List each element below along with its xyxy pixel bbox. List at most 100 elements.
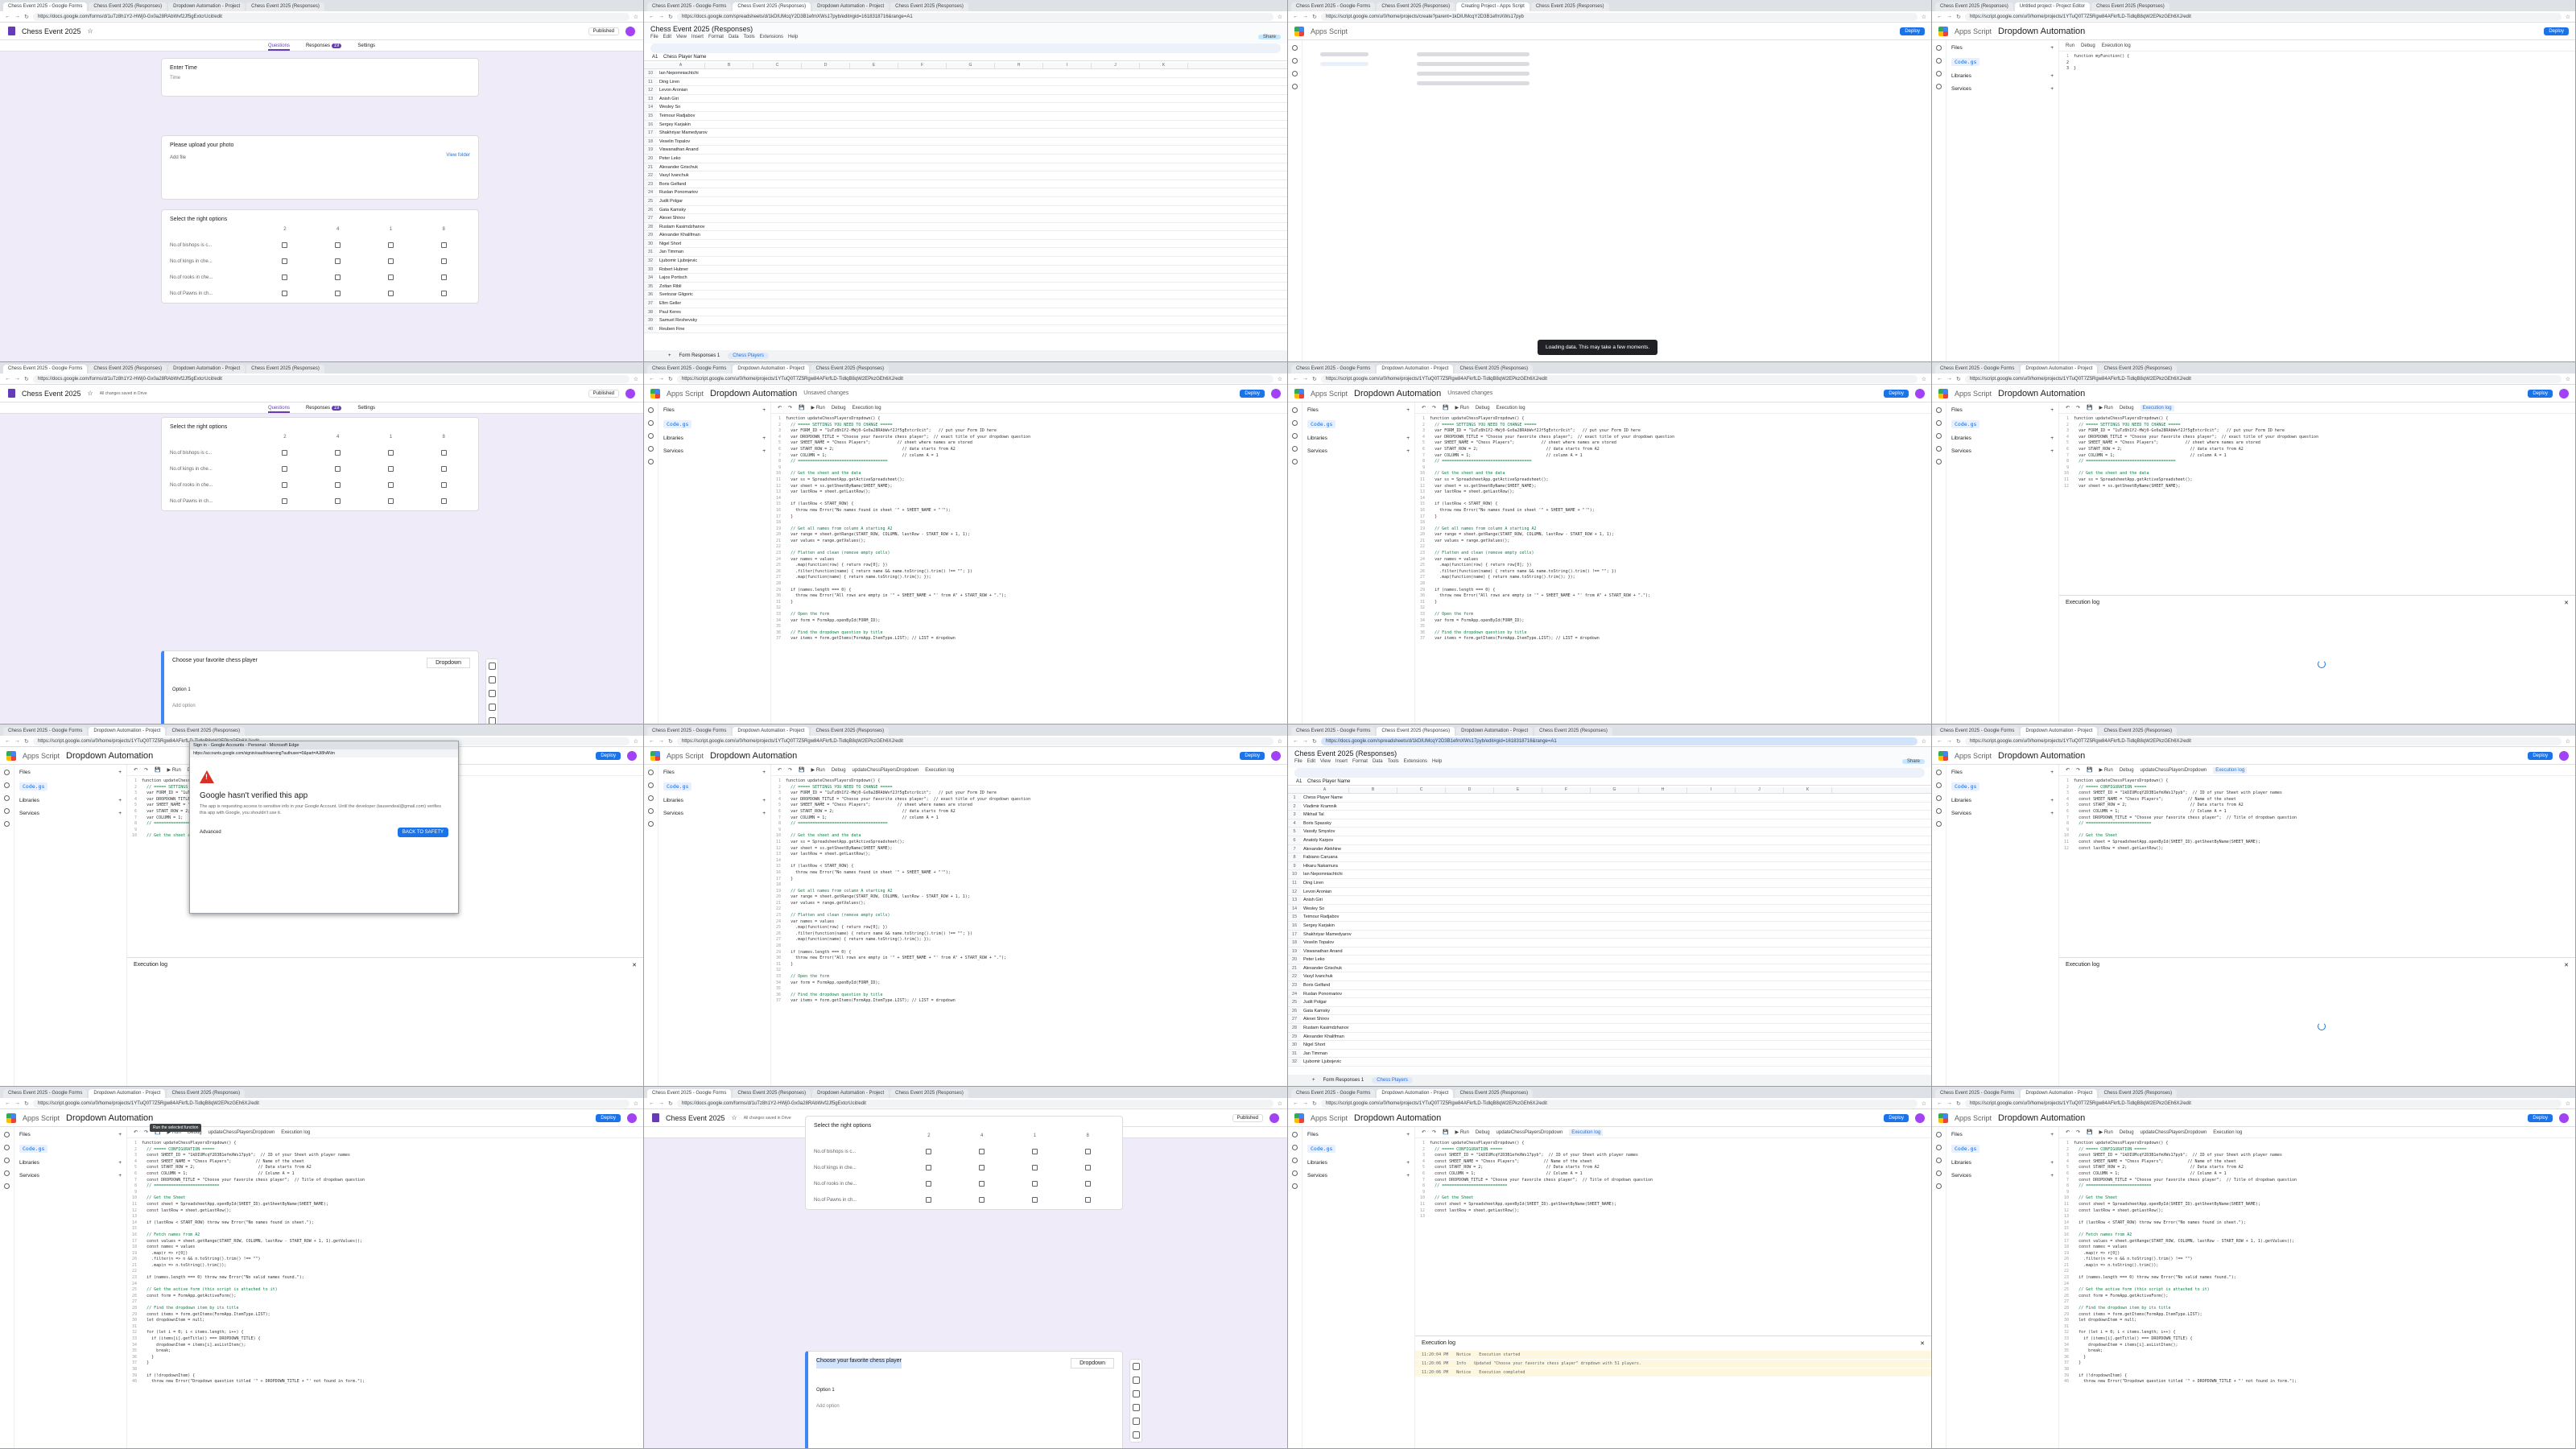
column-header[interactable]: J xyxy=(1736,787,1784,793)
row-number[interactable]: 19 xyxy=(644,146,657,154)
triggers-icon[interactable] xyxy=(648,795,654,801)
player-cell[interactable]: Alexander Khalifman xyxy=(657,231,737,239)
row-number[interactable]: 12 xyxy=(1288,887,1301,896)
add-image-icon[interactable] xyxy=(1133,1404,1140,1411)
add-file-icon[interactable]: + xyxy=(118,1132,122,1137)
code-line[interactable]: 3 var FORM_ID = "1uTz8h1Y2-HWj0-Gx0a28RA… xyxy=(776,791,1282,797)
upload-question-card[interactable]: Please upload your photo Add file View fol… xyxy=(161,135,479,200)
run-button[interactable]: ▶ Run xyxy=(2099,1129,2113,1135)
star-icon[interactable]: ☆ xyxy=(634,1100,638,1107)
browser-tab[interactable]: Dropdown Automation - Project xyxy=(733,365,810,374)
row-number[interactable]: 17 xyxy=(1288,930,1301,939)
code-line[interactable]: 5 var SHEET_NAME = "Chess Players"; // s… xyxy=(776,803,1282,809)
player-cell[interactable]: Gata Kamsky xyxy=(1301,1007,1381,1015)
grid-question-card[interactable]: Select the right options 2 4 1 8 No.of bishop… xyxy=(161,417,479,511)
code-line[interactable]: 7 const DROPDOWN_TITLE = "Choose your fa… xyxy=(1420,1178,1926,1184)
dropdown-question-title[interactable]: Choose your favorite chess player xyxy=(816,1358,902,1368)
question-type-select[interactable]: Dropdown xyxy=(1071,1358,1114,1368)
code-line[interactable]: 21 .map(n => n.toString().trim()); xyxy=(2064,1263,2570,1269)
reload-icon[interactable]: ↻ xyxy=(668,738,673,745)
execution-log-button[interactable]: Execution log xyxy=(2102,43,2131,48)
browser-tab[interactable]: Dropdown Automation - Project xyxy=(1456,727,1534,736)
browser-tab[interactable]: Chess Event 2025 (Responses) xyxy=(1377,2,1455,11)
column-header[interactable]: D xyxy=(802,63,850,68)
code-line[interactable]: 14 xyxy=(776,858,1282,865)
tab-questions[interactable]: Questions xyxy=(267,402,290,413)
code-line[interactable]: 30 throw new Error("All rows are empty i… xyxy=(776,593,1282,600)
redo-icon[interactable]: ↷ xyxy=(1432,405,1436,411)
back-arrow-icon[interactable]: ← xyxy=(1293,1100,1298,1106)
redo-icon[interactable]: ↷ xyxy=(788,767,792,773)
back-arrow-icon[interactable]: ← xyxy=(5,1100,10,1106)
browser-tab[interactable]: Chess Event 2025 - Google Forms xyxy=(3,1089,88,1098)
player-cell[interactable]: Anatoly Karpov xyxy=(1301,836,1381,844)
code-line[interactable]: 27 .map(function(name) { return name.toS… xyxy=(776,937,1282,943)
triggers-icon[interactable] xyxy=(1292,71,1298,76)
code-gs-file[interactable]: Code.gs xyxy=(1951,782,1980,791)
row-number[interactable]: 35 xyxy=(644,282,657,291)
undo-icon[interactable]: ↶ xyxy=(134,1129,138,1135)
add-option[interactable]: Add option xyxy=(816,1404,840,1409)
player-cell[interactable]: Ruslan Ponomariov xyxy=(1301,990,1381,998)
code-line[interactable]: 36 // Find the dropdown question by titl… xyxy=(776,993,1282,999)
browser-tab[interactable]: Chess Event 2025 - Google Forms xyxy=(1935,1089,2020,1098)
column-header[interactable]: C xyxy=(753,63,802,68)
code-line[interactable]: 34 var form = FormApp.openById(FORM_ID); xyxy=(776,980,1282,987)
menu-item[interactable]: View xyxy=(1320,759,1331,764)
player-cell[interactable]: Jan Timman xyxy=(657,248,737,256)
editor-icon[interactable] xyxy=(648,782,654,788)
code-line[interactable]: 4 var DROPDOWN_TITLE = "Choose your favo… xyxy=(1420,435,1926,441)
row-number[interactable]: 18 xyxy=(1288,939,1301,947)
grid-checkbox[interactable] xyxy=(282,275,288,280)
redo-icon[interactable]: ↷ xyxy=(788,405,792,411)
overview-icon[interactable] xyxy=(648,770,654,775)
code-line[interactable]: 25 // Get the active form (this script i… xyxy=(2064,1287,2570,1294)
function-select[interactable]: updateChessPlayersDropdown xyxy=(1496,1130,1563,1135)
code-line[interactable]: 11 var ss = SpreadsheetApp.getActiveSpre… xyxy=(776,840,1282,846)
grid-checkbox[interactable] xyxy=(282,291,288,296)
code-line[interactable]: 5 const START_ROW = 2; // Data starts fr… xyxy=(2064,1165,2570,1171)
executions-icon[interactable] xyxy=(1936,84,1942,89)
star-icon[interactable]: ☆ xyxy=(2566,738,2570,745)
settings-icon[interactable] xyxy=(648,821,654,827)
back-arrow-icon[interactable]: ← xyxy=(1293,14,1298,19)
player-cell[interactable]: Alexander Grischuk xyxy=(1301,964,1381,972)
project-title[interactable]: Dropdown Automation xyxy=(1998,1113,2085,1123)
star-icon[interactable]: ☆ xyxy=(634,14,638,20)
url-input[interactable]: https://docs.google.com/forms/d/1uTz8h1Y… xyxy=(32,374,630,383)
column-header[interactable]: H xyxy=(995,63,1043,68)
settings-icon[interactable] xyxy=(1936,1183,1942,1189)
code-line[interactable]: 3 const SHEET_ID = "1kDIUMcqY2D3B1efmXWs… xyxy=(1420,1153,1926,1159)
code-line[interactable]: 2 // ===== CONFIGURATION ===== xyxy=(132,1147,638,1154)
debug-button[interactable]: Debug xyxy=(2120,1130,2134,1135)
url-input[interactable]: https://script.google.com/u/0/home/proje… xyxy=(32,1099,630,1108)
code-line[interactable]: 8 // ===================================… xyxy=(776,459,1282,465)
deploy-button[interactable]: Deploy xyxy=(1240,751,1265,760)
reload-icon[interactable]: ↻ xyxy=(1312,738,1317,745)
grid-checkbox[interactable] xyxy=(282,242,288,248)
code-line[interactable]: 21 var values = range.getValues(); xyxy=(776,539,1282,545)
tab-responses[interactable]: Responses 19 xyxy=(306,40,342,51)
player-cell[interactable]: Rustam Kasimdzhanov xyxy=(657,223,737,231)
code-line[interactable]: 20 var range = sheet.getRange(START_ROW,… xyxy=(776,532,1282,539)
browser-tab[interactable]: Chess Event 2025 (Responses) xyxy=(890,2,968,11)
code-line[interactable]: 14 xyxy=(776,496,1282,502)
reload-icon[interactable]: ↻ xyxy=(668,376,673,382)
code-line[interactable]: 9 xyxy=(1420,465,1926,472)
deploy-button[interactable]: Deploy xyxy=(596,1113,621,1122)
player-cell[interactable]: Paul Keres xyxy=(657,308,737,316)
row-number[interactable]: 14 xyxy=(1288,904,1301,913)
code-line[interactable]: 23 if (names.length === 0) throw new Err… xyxy=(2064,1275,2570,1282)
player-cell[interactable]: Fabiano Caruana xyxy=(1301,853,1381,861)
forward-arrow-icon[interactable]: → xyxy=(1302,14,1308,19)
overview-icon[interactable] xyxy=(4,770,10,775)
redo-icon[interactable]: ↷ xyxy=(144,1129,148,1135)
code-line[interactable]: 11 var ss = SpreadsheetApp.getActiveSpre… xyxy=(1420,477,1926,484)
run-button[interactable]: ▶ Run xyxy=(811,405,825,411)
code-line[interactable]: 40 throw new Error("Dropdown question ti… xyxy=(132,1379,638,1385)
executions-icon[interactable] xyxy=(1936,446,1942,452)
share-button[interactable]: Share xyxy=(1257,35,1281,39)
triggers-icon[interactable] xyxy=(1936,1158,1942,1163)
executions-icon[interactable] xyxy=(648,446,654,452)
code-line[interactable]: 35 xyxy=(776,624,1282,630)
